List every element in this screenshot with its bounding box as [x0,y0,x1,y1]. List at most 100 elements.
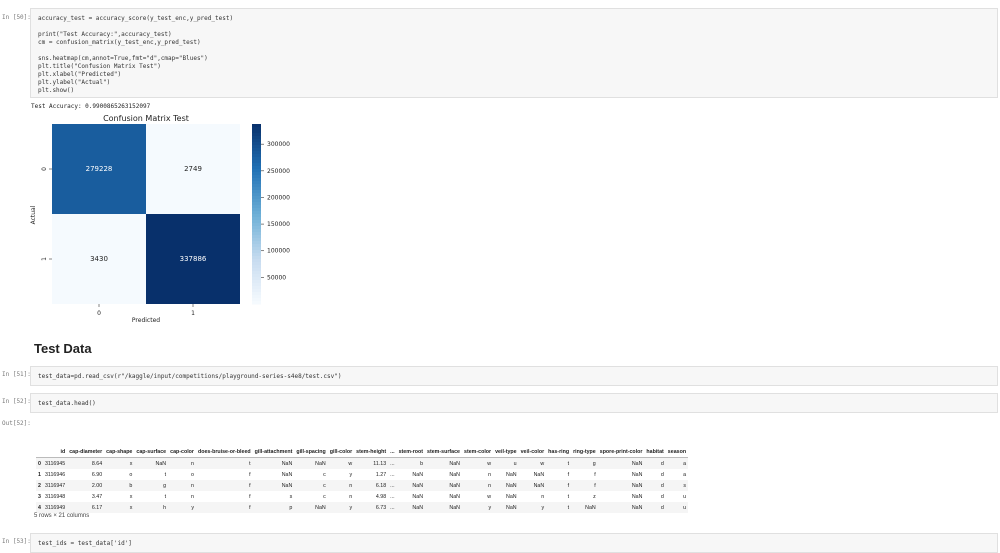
colorbar-segment [252,205,261,209]
table-cell: 3116946 [44,471,66,478]
table-shape-info: 5 rows × 21 columns [34,513,90,519]
table-cell: n [349,493,353,500]
colorbar-segment [252,160,261,164]
colorbar-segment [252,163,261,167]
colorbar-segment [252,130,261,134]
table-cell: NaN [412,471,424,478]
table-cell: NaN [631,482,643,489]
table-cell: 2.00 [91,482,103,489]
table-cell: NaN [585,504,596,511]
table-cell: 8.64 [91,460,103,467]
table-cell: y [541,504,545,511]
table-cell: z [593,493,596,500]
table-row: 2 3116947 2.00 b g n f NaN c n 6.18... NaN NaN n NaN Na… [36,480,689,491]
colorbar-segment [252,172,261,176]
column-header: cap-diameter [67,447,105,458]
table-cell: 3116947 [44,482,66,489]
column-header: habitat [644,447,666,458]
code-token: test_data=pd.read_csv(r"/kaggle/input/co… [38,373,342,380]
colorbar-segment [252,142,261,146]
table-cell: t [164,471,167,478]
column-header: spore-print-color [597,447,645,458]
table-cell: 6.18 [375,482,387,489]
table-cell: NaN [449,460,461,467]
cell-53-code-input[interactable] [30,533,998,553]
table-cell: NaN [506,471,517,478]
table-header-row: id cap-diameter cap-shape cap-surface cap-co… [36,447,689,458]
table-cell: n [488,482,492,489]
table-cell: x [129,460,133,467]
table-cell: u [683,493,687,500]
cell-51-code: test_data=pd.read_csv(r"/kaggle/input/co… [38,373,341,381]
table-cell: 4.98 [375,493,387,500]
table-cell: f [249,493,251,500]
column-header: has-ring [546,447,572,458]
table-cell: n [488,471,492,478]
table-cell: n [191,460,194,467]
table-cell: c [323,471,326,478]
colorbar-tick-label: 150000 [267,221,290,228]
cell-52-prompt: In [52]: [2,398,31,405]
table-cell: n [191,482,194,489]
table-cell: NaN [315,460,326,467]
colorbar-segment [252,301,261,305]
colorbar-segment [252,154,261,158]
table-cell: t [567,493,570,500]
row-index: 4 [38,504,41,511]
row-index: 0 [38,460,41,467]
table-cell: 6.17 [91,504,103,511]
table-cell: n [541,493,545,500]
colorbar-segment [252,253,261,257]
colorbar-segment [252,244,261,248]
code-line: plt.xlabel("Predicted") [38,71,122,78]
colorbar-segment [252,214,261,218]
table-cell: NaN [631,493,643,500]
dataframe-table: id cap-diameter cap-shape cap-surface cap-co… [36,447,689,513]
table-cell: y [488,504,492,511]
cell-52-code: test_data.head() [38,400,96,407]
column-header: ring-type [571,447,598,458]
confusion-matrix-heatmap: Confusion Matrix Test 279228 2749 3430 3378… [30,114,290,324]
table-cell: ... [390,493,395,500]
table-cell: a [683,460,687,467]
table-cell: NaN [412,482,424,489]
colorbar-segment [252,292,261,296]
colorbar-segment [252,190,261,194]
table-cell: NaN [155,460,167,467]
table-cell: w [348,460,353,467]
table-cell: w [487,493,492,500]
colorbar-segment [252,181,261,185]
row-index: 1 [38,471,41,478]
cell-52-code-input[interactable] [30,393,998,413]
table-cell: n [349,482,353,489]
colorbar-tick-label: 250000 [267,168,290,175]
table-cell: w [487,460,492,467]
colorbar-segment [252,238,261,242]
table-cell: o [129,471,133,478]
table-cell: NaN [449,471,461,478]
cell-50-prompt: In [50]: [2,14,31,21]
table-cell: u [683,504,687,511]
column-header: does-bruise-or-bleed [195,447,253,458]
column-header: stem-color [462,447,494,458]
colorbar-segment [252,226,261,230]
colorbar-segment [252,295,261,299]
colorbar-segment [252,175,261,179]
colorbar-tick-label: 200000 [267,194,290,201]
table-cell: o [191,471,194,478]
colorbar-tick-label: 300000 [267,141,290,148]
column-header: stem-root [396,447,426,458]
column-header: id [42,447,68,458]
table-cell: NaN [631,460,643,467]
table-cell: d [660,482,664,489]
table-cell: 1.27 [375,471,387,478]
table-row: 4 3116949 6.17 x h y f p NaN y 6.73... NaN NaN y NaN y t… [36,502,689,513]
table-cell: f [594,471,596,478]
colorbar-segment [252,286,261,290]
column-header: veil-color [518,447,547,458]
table-cell: NaN [281,471,293,478]
table-cell: 3.47 [91,493,103,500]
colorbar-segment [252,148,261,152]
section-heading-test-data: Test Data [34,341,92,356]
